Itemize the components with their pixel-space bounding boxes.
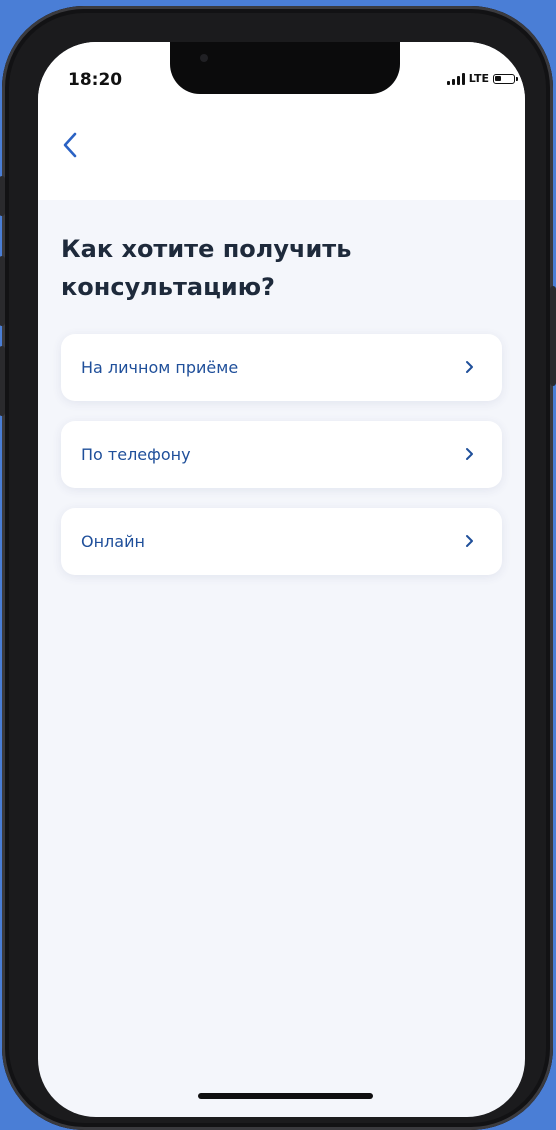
chevron-right-icon [466, 361, 473, 373]
option-in-person[interactable]: На личном приёме [61, 334, 502, 401]
phone-frame: 18:20 LTE Как хотите получить консультац… [0, 6, 556, 1130]
volume-down-button [0, 346, 5, 416]
battery-icon [493, 73, 518, 84]
silent-switch [0, 176, 5, 216]
volume-up-button [0, 256, 5, 326]
option-label: На личном приёме [81, 358, 239, 377]
back-button[interactable] [56, 128, 84, 162]
app-screen: 18:20 LTE Как хотите получить консультац… [38, 42, 525, 1117]
signal-icon [446, 72, 465, 85]
notch [170, 42, 400, 94]
chevron-right-icon [466, 448, 473, 460]
status-indicators: LTE [446, 72, 518, 85]
power-button [550, 286, 556, 386]
chevron-right-icon [466, 535, 473, 547]
option-label: Онлайн [81, 532, 145, 551]
home-indicator[interactable] [198, 1093, 373, 1099]
page-title: Как хотите получить консультацию? [61, 235, 352, 301]
option-phone[interactable]: По телефону [61, 421, 502, 488]
network-label: LTE [468, 72, 489, 85]
option-online[interactable]: Онлайн [61, 508, 502, 575]
chevron-left-icon [63, 132, 77, 158]
camera-icon [200, 54, 208, 62]
status-time: 18:20 [68, 70, 123, 90]
options-list: На личном приёме По телефону Онлайн [61, 334, 502, 595]
option-label: По телефону [81, 445, 191, 464]
